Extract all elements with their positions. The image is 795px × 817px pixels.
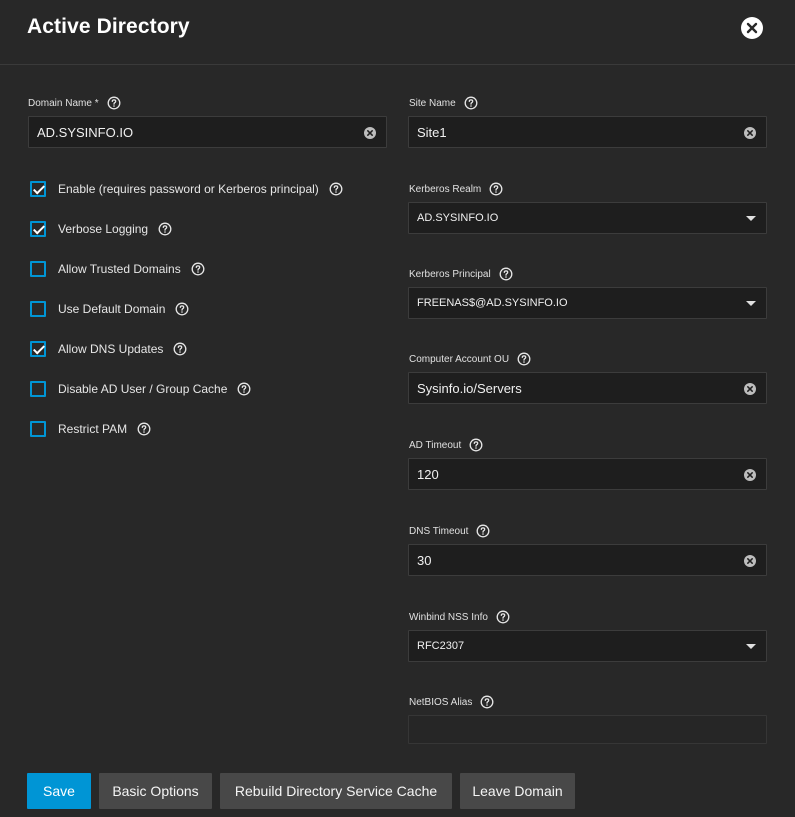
- winbind-nss-info-value: RFC2307: [417, 640, 465, 652]
- header-divider: [0, 64, 795, 65]
- checkbox-disable-ad-cache-box[interactable]: [30, 381, 46, 397]
- netbios-alias-label: NetBIOS Alias: [409, 694, 494, 710]
- checkbox-allow-trusted-domains[interactable]: Allow Trusted Domains: [30, 259, 205, 279]
- checkbox-enable[interactable]: Enable (requires password or Kerberos pr…: [30, 179, 343, 199]
- site-name-input[interactable]: Site1: [408, 116, 767, 148]
- checkbox-verbose-logging[interactable]: Verbose Logging: [30, 219, 172, 239]
- kerberos-realm-value: AD.SYSINFO.IO: [417, 212, 499, 224]
- netbios-alias-input[interactable]: [408, 715, 767, 744]
- computer-account-ou-label-text: Computer Account OU: [409, 353, 510, 365]
- chevron-down-icon[interactable]: [746, 644, 756, 649]
- clear-icon[interactable]: [364, 126, 376, 139]
- checkbox-use-default-domain-label: Use Default Domain: [58, 302, 166, 316]
- checkbox-allow-dns-updates-label: Allow DNS Updates: [58, 342, 164, 356]
- help-icon[interactable]: [496, 610, 510, 624]
- help-icon[interactable]: [464, 96, 478, 110]
- domain-name-label: Domain Name *: [28, 95, 121, 111]
- winbind-nss-info-label: Winbind NSS Info: [409, 609, 510, 625]
- dns-timeout-input[interactable]: 30: [408, 544, 767, 576]
- kerberos-principal-label-text: Kerberos Principal: [409, 268, 491, 280]
- help-icon[interactable]: [329, 182, 343, 196]
- checkbox-allow-dns-updates-box[interactable]: [30, 341, 46, 357]
- dns-timeout-label: DNS Timeout: [409, 523, 490, 539]
- leave-domain-button[interactable]: Leave Domain: [460, 773, 575, 809]
- ad-timeout-label: AD Timeout: [409, 437, 483, 453]
- clear-icon[interactable]: [744, 382, 756, 395]
- clear-icon[interactable]: [744, 554, 756, 567]
- help-icon[interactable]: [237, 382, 251, 396]
- winbind-nss-info-select[interactable]: RFC2307: [408, 630, 767, 662]
- ad-timeout-input[interactable]: 120: [408, 458, 767, 490]
- checkbox-enable-label: Enable (requires password or Kerberos pr…: [58, 182, 319, 196]
- checkbox-allow-dns-updates[interactable]: Allow DNS Updates: [30, 339, 187, 359]
- ad-timeout-label-text: AD Timeout: [409, 439, 462, 451]
- kerberos-realm-label-text: Kerberos Realm: [409, 183, 482, 195]
- dns-timeout-label-text: DNS Timeout: [409, 525, 469, 537]
- help-icon[interactable]: [476, 524, 490, 538]
- dns-timeout-value: 30: [417, 553, 432, 568]
- checkbox-restrict-pam-box[interactable]: [30, 421, 46, 437]
- kerberos-realm-select[interactable]: AD.SYSINFO.IO: [408, 202, 767, 234]
- checkbox-use-default-domain-box[interactable]: [30, 301, 46, 317]
- checkbox-disable-ad-cache-label: Disable AD User / Group Cache: [58, 382, 228, 396]
- close-icon[interactable]: [741, 17, 763, 39]
- rebuild-cache-button[interactable]: Rebuild Directory Service Cache: [220, 773, 452, 809]
- save-button[interactable]: Save: [27, 773, 91, 809]
- help-icon[interactable]: [517, 352, 531, 366]
- checkbox-allow-trusted-domains-label: Allow Trusted Domains: [58, 262, 181, 276]
- clear-icon[interactable]: [744, 126, 756, 139]
- winbind-nss-info-label-text: Winbind NSS Info: [409, 611, 488, 623]
- help-icon[interactable]: [489, 182, 503, 196]
- dialog-header: Active Directory: [0, 0, 795, 60]
- checkbox-verbose-logging-box[interactable]: [30, 221, 46, 237]
- kerberos-principal-value: FREENAS$@AD.SYSINFO.IO: [417, 297, 568, 309]
- help-icon[interactable]: [137, 422, 151, 436]
- checkbox-use-default-domain[interactable]: Use Default Domain: [30, 299, 189, 319]
- kerberos-principal-label: Kerberos Principal: [409, 266, 513, 282]
- kerberos-realm-label: Kerberos Realm: [409, 181, 503, 197]
- checkbox-restrict-pam[interactable]: Restrict PAM: [30, 419, 151, 439]
- site-name-label-text: Site Name: [409, 97, 456, 109]
- chevron-down-icon[interactable]: [746, 301, 756, 306]
- help-icon[interactable]: [158, 222, 172, 236]
- computer-account-ou-label: Computer Account OU: [409, 351, 531, 367]
- help-icon[interactable]: [173, 342, 187, 356]
- site-name-label: Site Name: [409, 95, 478, 111]
- help-icon[interactable]: [469, 438, 483, 452]
- checkbox-restrict-pam-label: Restrict PAM: [58, 422, 128, 436]
- computer-account-ou-value: Sysinfo.io/Servers: [417, 381, 522, 396]
- computer-account-ou-input[interactable]: Sysinfo.io/Servers: [408, 372, 767, 404]
- domain-name-label-text: Domain Name *: [28, 97, 99, 109]
- help-icon[interactable]: [480, 695, 494, 709]
- checkbox-disable-ad-cache[interactable]: Disable AD User / Group Cache: [30, 379, 251, 399]
- checkbox-enable-box[interactable]: [30, 181, 46, 197]
- help-icon[interactable]: [175, 302, 189, 316]
- help-icon[interactable]: [499, 267, 513, 281]
- site-name-value: Site1: [417, 125, 447, 140]
- checkbox-allow-trusted-domains-box[interactable]: [30, 261, 46, 277]
- help-icon[interactable]: [191, 262, 205, 276]
- domain-name-value: AD.SYSINFO.IO: [37, 125, 134, 140]
- ad-timeout-value: 120: [417, 467, 439, 482]
- chevron-down-icon[interactable]: [746, 216, 756, 221]
- netbios-alias-label-text: NetBIOS Alias: [409, 696, 473, 708]
- dialog-title: Active Directory: [27, 15, 190, 38]
- kerberos-principal-select[interactable]: FREENAS$@AD.SYSINFO.IO: [408, 287, 767, 319]
- domain-name-input[interactable]: AD.SYSINFO.IO: [28, 116, 387, 148]
- checkbox-verbose-logging-label: Verbose Logging: [58, 222, 149, 236]
- basic-options-button[interactable]: Basic Options: [99, 773, 212, 809]
- clear-icon[interactable]: [744, 468, 756, 481]
- help-icon[interactable]: [107, 96, 121, 110]
